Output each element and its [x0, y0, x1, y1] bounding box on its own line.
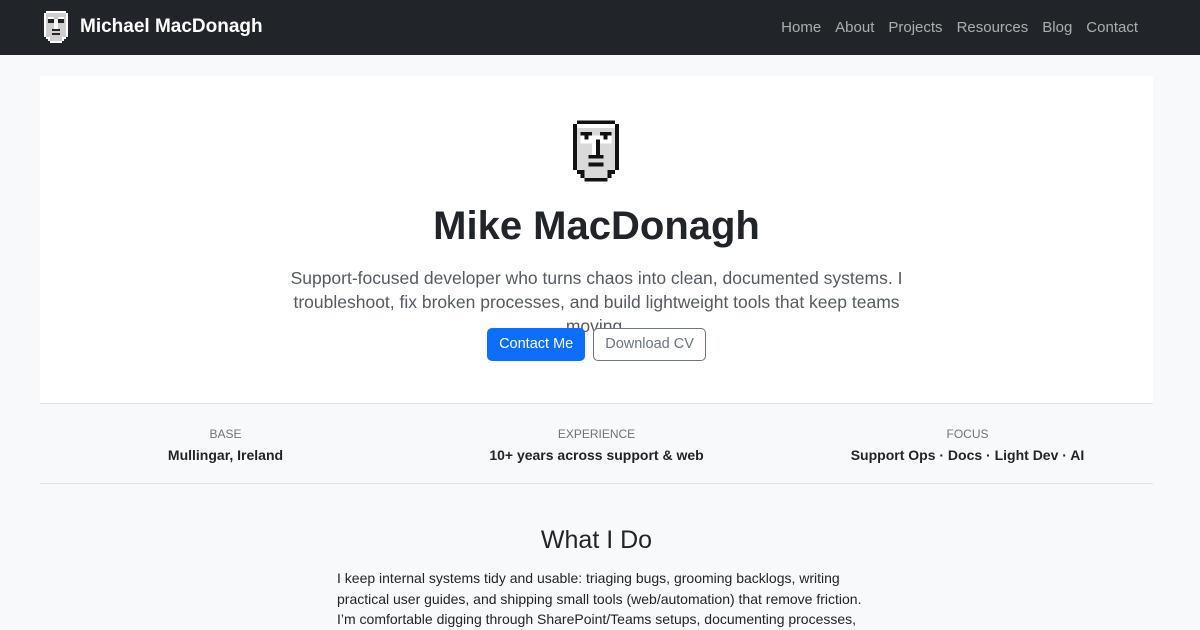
stat-focus: FOCUS Support Ops · Docs · Light Dev · A… — [782, 426, 1153, 465]
nav-link-projects[interactable]: Projects — [881, 0, 949, 55]
brand-link[interactable]: Michael MacDonagh — [44, 10, 263, 44]
stat-value: Mullingar, Ireland — [167, 447, 284, 463]
hero-buttons: Contact Me Download CV — [40, 328, 1153, 361]
stat-experience: EXPERIENCE 10+ years across support & we… — [411, 426, 782, 465]
nav-link-about[interactable]: About — [828, 0, 881, 55]
nav-link-home[interactable]: Home — [774, 0, 828, 55]
stat-label: BASE — [209, 427, 242, 441]
stat-label: FOCUS — [946, 427, 989, 441]
stats-bar: BASE Mullingar, Ireland EXPERIENCE 10+ y… — [40, 403, 1153, 484]
stat-base: BASE Mullingar, Ireland — [40, 426, 411, 465]
download-cv-button[interactable]: Download CV — [593, 328, 706, 361]
nav-link-contact[interactable]: Contact — [1079, 0, 1145, 55]
hero-title: Mike MacDonagh — [433, 204, 760, 248]
stat-value: Support Ops · Docs · Light Dev · AI — [850, 447, 1085, 463]
what-i-do-title: What I Do — [540, 526, 653, 554]
nav-links: Home About Projects Resources Blog Conta… — [774, 0, 1145, 55]
contact-me-button[interactable]: Contact Me — [487, 328, 586, 361]
pixel-face-icon — [573, 120, 619, 182]
hero-section: Mike MacDonagh Support-focused developer… — [40, 76, 1153, 403]
stat-label: EXPERIENCE — [557, 427, 636, 441]
stat-value: 10+ years across support & web — [489, 447, 704, 463]
navbar: Michael MacDonagh Home About Projects Re… — [0, 0, 1200, 55]
nav-link-resources[interactable]: Resources — [950, 0, 1036, 55]
what-i-do-body: I keep internal systems tidy and usable:… — [337, 570, 862, 627]
nav-link-blog[interactable]: Blog — [1035, 0, 1079, 55]
brand-name: Michael MacDonagh — [80, 16, 263, 37]
pixel-face-icon — [44, 11, 68, 43]
